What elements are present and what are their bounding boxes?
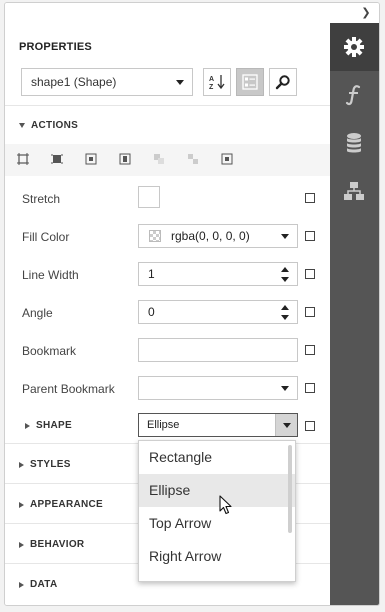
- parent-bookmark-marker-checkbox[interactable]: [305, 383, 315, 393]
- collapse-panel-icon[interactable]: ❯: [359, 6, 373, 20]
- tab-expressions[interactable]: [329, 71, 379, 119]
- tab-field-list[interactable]: [329, 119, 379, 167]
- function-icon: [345, 85, 361, 106]
- collapsed-triangle-icon: [19, 501, 24, 508]
- shape-option-ellipse[interactable]: Ellipse: [139, 474, 295, 507]
- bookmark-field[interactable]: [138, 338, 298, 362]
- shape-option-top-arrow[interactable]: Top Arrow: [139, 507, 295, 540]
- stretch-marker-checkbox[interactable]: [305, 193, 315, 203]
- send-to-back-icon[interactable]: [153, 153, 165, 165]
- section-appearance-label: APPEARANCE: [30, 499, 104, 510]
- tab-properties[interactable]: [329, 23, 379, 71]
- section-data[interactable]: DATA: [19, 579, 58, 590]
- stretch-label: Stretch: [22, 192, 61, 206]
- line-width-field[interactable]: 1: [138, 262, 298, 286]
- fill-color-value: rgba(0, 0, 0, 0): [171, 229, 250, 243]
- section-data-label: DATA: [30, 579, 58, 590]
- shape-option-right-arrow[interactable]: Right Arrow: [139, 540, 295, 573]
- sort-alphabetical-button[interactable]: A Z: [203, 68, 231, 96]
- line-width-label: Line Width: [22, 268, 79, 282]
- color-swatch-icon: [149, 230, 161, 242]
- section-shape[interactable]: SHAPE: [25, 420, 72, 431]
- actions-toolbar: [5, 144, 330, 176]
- angle-value: 0: [148, 305, 155, 319]
- search-button[interactable]: [269, 68, 297, 96]
- panel-title: PROPERTIES: [19, 41, 92, 53]
- collapsed-triangle-icon: [19, 581, 24, 588]
- bookmark-label: Bookmark: [22, 344, 77, 358]
- fit-to-container-icon[interactable]: [51, 153, 63, 165]
- sort-alphabetical-icon: A Z: [209, 75, 225, 91]
- spin-down-icon[interactable]: [281, 277, 289, 282]
- chevron-down-icon: [281, 234, 289, 239]
- panel-header-strip: ❯: [5, 3, 379, 23]
- bookmark-marker-checkbox[interactable]: [305, 345, 315, 355]
- fill-color-field[interactable]: rgba(0, 0, 0, 0): [138, 224, 298, 248]
- shape-type-value: Ellipse: [147, 419, 180, 431]
- fill-color-label: Fill Color: [22, 230, 70, 244]
- chevron-down-icon: [281, 386, 289, 391]
- angle-field[interactable]: 0: [138, 300, 298, 324]
- collapsed-triangle-icon: [19, 461, 24, 468]
- shape-dropdown-button[interactable]: [275, 414, 297, 436]
- section-styles[interactable]: STYLES: [19, 459, 71, 470]
- chevron-down-icon: [283, 423, 291, 428]
- section-behavior[interactable]: BEHAVIOR: [19, 539, 84, 550]
- properties-panel: ❯ PROPERTIES shape1 (Shape) A Z ACTIONS …: [4, 2, 380, 606]
- bring-to-front-icon[interactable]: [187, 153, 199, 165]
- mouse-cursor-icon: [219, 495, 232, 515]
- expanded-triangle-icon: [19, 123, 25, 128]
- stretch-checkbox[interactable]: [138, 186, 160, 208]
- chevron-down-icon: [176, 80, 184, 85]
- line-width-value: 1: [148, 267, 155, 281]
- align-to-grid-icon[interactable]: [221, 153, 233, 165]
- section-shape-label: SHAPE: [36, 420, 72, 431]
- collapsed-triangle-icon: [19, 541, 24, 548]
- section-actions[interactable]: ACTIONS: [19, 120, 78, 131]
- spin-up-icon[interactable]: [281, 267, 289, 272]
- search-icon: [275, 75, 290, 90]
- divider: [5, 105, 330, 106]
- shape-marker-checkbox[interactable]: [305, 421, 315, 431]
- fill-color-marker-checkbox[interactable]: [305, 231, 315, 241]
- side-tab-bar: [329, 23, 379, 605]
- section-appearance[interactable]: APPEARANCE: [19, 499, 103, 510]
- parent-bookmark-field[interactable]: [138, 376, 298, 400]
- section-behavior-label: BEHAVIOR: [30, 539, 85, 550]
- shape-type-select[interactable]: Ellipse: [138, 413, 298, 437]
- report-explorer-icon: [344, 182, 364, 200]
- categorized-view-icon: [242, 74, 258, 90]
- svg-text:Z: Z: [209, 84, 214, 91]
- gear-icon: [344, 37, 364, 57]
- spin-up-icon[interactable]: [281, 305, 289, 310]
- database-icon: [347, 133, 361, 153]
- center-horizontally-icon[interactable]: [85, 153, 97, 165]
- spin-down-icon[interactable]: [281, 315, 289, 320]
- categorized-view-button[interactable]: [236, 68, 264, 96]
- object-selector[interactable]: shape1 (Shape): [21, 68, 193, 96]
- shape-option-rectangle[interactable]: Rectangle: [139, 441, 295, 474]
- line-width-marker-checkbox[interactable]: [305, 269, 315, 279]
- parent-bookmark-label: Parent Bookmark: [22, 382, 115, 396]
- fit-bounds-icon[interactable]: [17, 153, 29, 165]
- svg-text:A: A: [209, 76, 214, 83]
- angle-marker-checkbox[interactable]: [305, 307, 315, 317]
- shape-dropdown-list: Rectangle Ellipse Top Arrow Right Arrow: [138, 440, 296, 582]
- properties-main: PROPERTIES shape1 (Shape) A Z ACTIONS St…: [5, 23, 330, 605]
- object-selector-value: shape1 (Shape): [31, 75, 117, 89]
- angle-label: Angle: [22, 306, 53, 320]
- center-vertically-icon[interactable]: [119, 153, 131, 165]
- dropdown-scrollbar[interactable]: [288, 445, 292, 533]
- section-actions-label: ACTIONS: [31, 120, 79, 131]
- tab-report-explorer[interactable]: [329, 167, 379, 215]
- section-styles-label: STYLES: [30, 459, 71, 470]
- collapsed-triangle-icon: [25, 422, 30, 429]
